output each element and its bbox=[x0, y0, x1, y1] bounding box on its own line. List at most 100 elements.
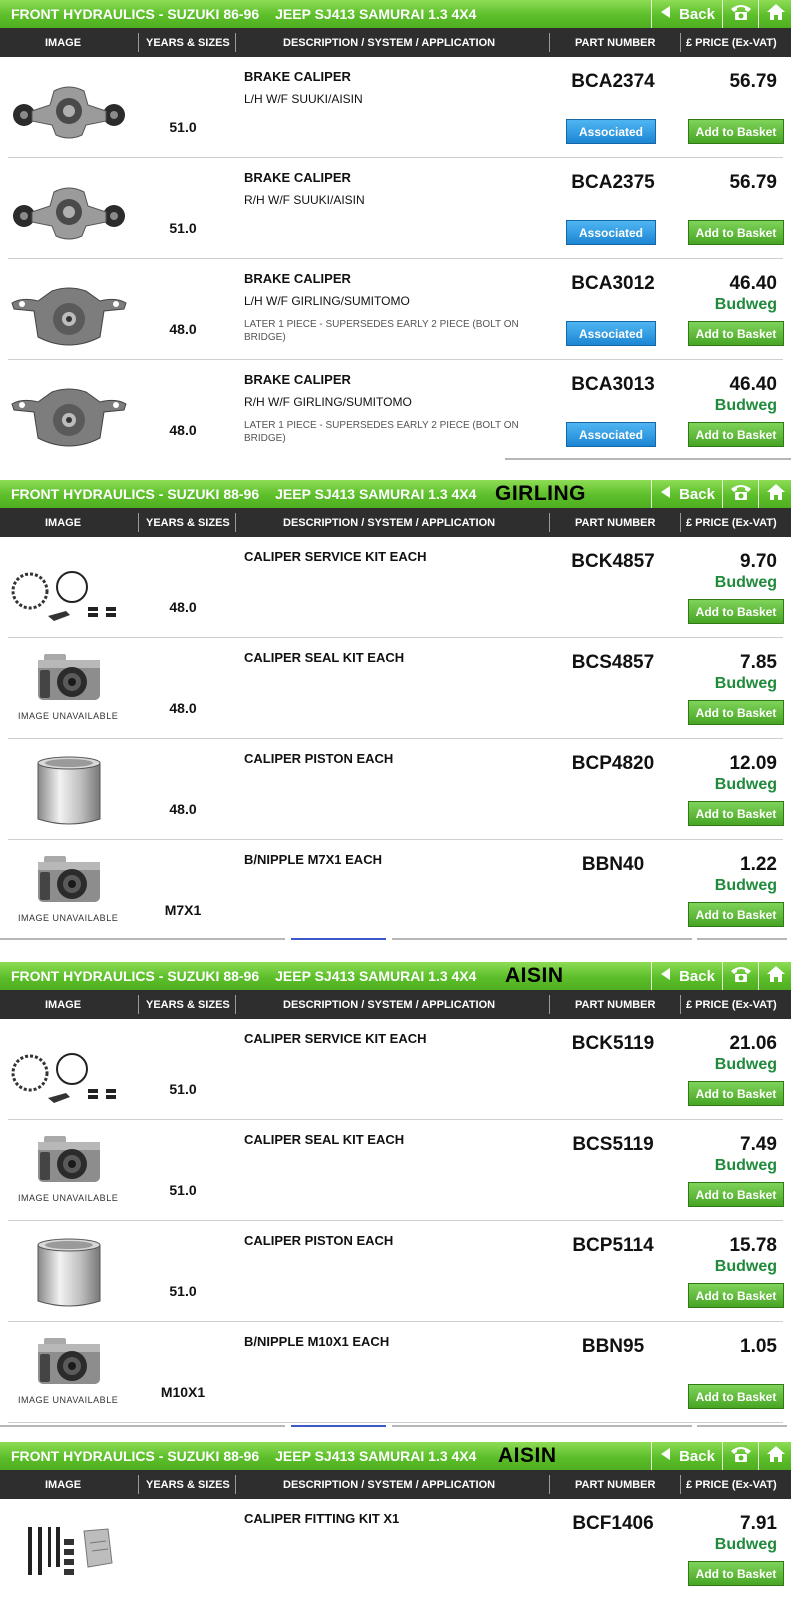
product-description: BRAKE CALIPER bbox=[244, 69, 351, 84]
price-brand: Budweg bbox=[714, 1056, 777, 1073]
product-row: IMAGE UNAVAILABLE 51.0 CALIPER SEAL KIT EA… bbox=[0, 1120, 791, 1221]
home-icon bbox=[766, 3, 786, 25]
add-to-basket-button[interactable]: Add to Basket bbox=[688, 801, 784, 826]
price-brand: Budweg bbox=[714, 1157, 777, 1174]
section-title: FRONT HYDRAULICS - SUZUKI 88-96 JEEP SJ41… bbox=[11, 1448, 476, 1464]
col-description: DESCRIPTION / SYSTEM / APPLICATION bbox=[283, 37, 496, 49]
scroll-indicator bbox=[0, 1425, 285, 1427]
column-divider bbox=[138, 1475, 139, 1494]
back-icon bbox=[659, 1447, 671, 1465]
add-to-basket-button[interactable]: Add to Basket bbox=[688, 1182, 784, 1207]
home-button[interactable] bbox=[758, 1442, 791, 1470]
product-row: 51.0 CALIPER PISTON EACH BCP5114 15.78 Budwe… bbox=[0, 1221, 791, 1322]
back-button[interactable]: Back bbox=[651, 962, 722, 990]
product-row: 48.0 BRAKE CALIPER R/H W/F GIRLING/SUMITOM… bbox=[0, 360, 791, 460]
back-label: Back bbox=[679, 967, 715, 985]
back-label: Back bbox=[679, 1447, 715, 1465]
product-panel: FRONT HYDRAULICS - SUZUKI 88-96 JEEP SJ41… bbox=[0, 962, 791, 1427]
caliper-right-icon bbox=[8, 172, 130, 252]
back-button[interactable]: Back bbox=[651, 0, 722, 28]
manufacturer-brand: AISIN bbox=[498, 1444, 557, 1467]
caliper-girling-left-icon bbox=[8, 273, 130, 353]
product-row: 48.0 BRAKE CALIPER L/H W/F GIRLING/SUMITOM… bbox=[0, 259, 791, 360]
product-application: R/H W/F GIRLING/SUMITOMO bbox=[244, 395, 412, 409]
add-to-basket-button[interactable]: Add to Basket bbox=[688, 1561, 784, 1586]
col-part-number: PART NUMBER bbox=[575, 1479, 656, 1491]
column-divider bbox=[680, 33, 681, 52]
scroll-indicator bbox=[0, 938, 285, 940]
add-to-basket-button[interactable]: Add to Basket bbox=[688, 422, 784, 447]
associated-button[interactable]: Associated bbox=[566, 422, 656, 447]
col-image: IMAGE bbox=[45, 517, 82, 529]
size-value: 48.0 bbox=[169, 801, 197, 817]
add-to-basket-button[interactable]: Add to Basket bbox=[688, 1283, 784, 1308]
price-value: 7.85 bbox=[740, 652, 777, 673]
product-description: CALIPER SERVICE KIT EACH bbox=[244, 549, 427, 564]
section-header: FRONT HYDRAULICS - SUZUKI 88-96 JEEP SJ41… bbox=[0, 962, 791, 990]
piston-icon bbox=[8, 1235, 130, 1315]
product-row: 51.0 BRAKE CALIPER L/H W/F SUUKI/AISIN BCA2… bbox=[0, 57, 791, 158]
price-brand: Budweg bbox=[714, 675, 777, 692]
scroll-indicator bbox=[291, 1425, 386, 1427]
size-value: M10X1 bbox=[160, 1384, 206, 1400]
product-description: CALIPER FITTING KIT X1 bbox=[244, 1511, 400, 1526]
associated-button[interactable]: Associated bbox=[566, 321, 656, 346]
vehicle-label: JEEP SJ413 SAMURAI 1.3 4X4 bbox=[275, 6, 477, 22]
product-note: LATER 1 PIECE - SUPERSEDES EARLY 2 PIECE… bbox=[244, 420, 519, 444]
phone-button[interactable] bbox=[722, 962, 758, 990]
column-divider bbox=[235, 513, 236, 532]
fitting-kit-icon bbox=[8, 1513, 130, 1593]
part-number: BBN40 bbox=[581, 854, 645, 875]
home-icon bbox=[766, 965, 786, 987]
product-panel: FRONT HYDRAULICS - SUZUKI 88-96 JEEP SJ41… bbox=[0, 480, 791, 940]
section-title: FRONT HYDRAULICS - SUZUKI 88-96 JEEP SJ41… bbox=[11, 486, 476, 502]
section-label: FRONT HYDRAULICS - SUZUKI 88-96 bbox=[11, 486, 260, 502]
column-divider bbox=[138, 995, 139, 1014]
associated-button[interactable]: Associated bbox=[566, 220, 656, 245]
product-description: CALIPER PISTON EACH bbox=[244, 1233, 394, 1248]
col-years: YEARS & SIZES bbox=[146, 37, 230, 49]
home-icon bbox=[766, 483, 786, 505]
product-row: 51.0 BRAKE CALIPER R/H W/F SUUKI/AISIN BCA2… bbox=[0, 158, 791, 259]
home-button[interactable] bbox=[758, 0, 791, 28]
col-part-number: PART NUMBER bbox=[575, 37, 656, 49]
product-row: IMAGE UNAVAILABLE M7X1 B/NIPPLE M7X1 EACH B… bbox=[0, 840, 791, 940]
add-to-basket-button[interactable]: Add to Basket bbox=[688, 1081, 784, 1106]
add-to-basket-button[interactable]: Add to Basket bbox=[688, 700, 784, 725]
vehicle-label: JEEP SJ413 SAMURAI 1.3 4X4 bbox=[275, 486, 477, 502]
product-row: IMAGE UNAVAILABLE M10X1 B/NIPPLE M10X1 EAC… bbox=[0, 1322, 791, 1423]
phone-button[interactable] bbox=[722, 480, 758, 508]
add-to-basket-button[interactable]: Add to Basket bbox=[688, 902, 784, 927]
add-to-basket-button[interactable]: Add to Basket bbox=[688, 119, 784, 144]
size-value: 48.0 bbox=[169, 599, 197, 615]
add-to-basket-button[interactable]: Add to Basket bbox=[688, 321, 784, 346]
col-price: £ PRICE (Ex-VAT) bbox=[686, 999, 777, 1011]
add-to-basket-button[interactable]: Add to Basket bbox=[688, 1384, 784, 1409]
price-value: 7.91 bbox=[740, 1513, 777, 1534]
price-value: 56.79 bbox=[729, 172, 777, 193]
product-application: R/H W/F SUUKI/AISIN bbox=[244, 193, 365, 207]
back-button[interactable]: Back bbox=[651, 1442, 722, 1470]
image-unavailable-label: IMAGE UNAVAILABLE bbox=[18, 913, 119, 923]
column-header: IMAGE YEARS & SIZES DESCRIPTION / SYSTEM /… bbox=[0, 508, 791, 537]
phone-button[interactable] bbox=[722, 1442, 758, 1470]
add-to-basket-button[interactable]: Add to Basket bbox=[688, 220, 784, 245]
column-divider bbox=[235, 33, 236, 52]
home-button[interactable] bbox=[758, 962, 791, 990]
size-value: M7X1 bbox=[164, 902, 202, 918]
product-application: L/H W/F SUUKI/AISIN bbox=[244, 92, 363, 106]
back-button[interactable]: Back bbox=[651, 480, 722, 508]
product-description: CALIPER PISTON EACH bbox=[244, 751, 394, 766]
product-panel: FRONT HYDRAULICS - SUZUKI 88-96 JEEP SJ41… bbox=[0, 1442, 791, 1615]
add-to-basket-button[interactable]: Add to Basket bbox=[688, 599, 784, 624]
col-image: IMAGE bbox=[45, 1479, 82, 1491]
home-button[interactable] bbox=[758, 480, 791, 508]
phone-button[interactable] bbox=[722, 0, 758, 28]
section-header: FRONT HYDRAULICS - SUZUKI 86-96 JEEP SJ41… bbox=[0, 0, 791, 28]
size-value: 48.0 bbox=[169, 700, 197, 716]
associated-button[interactable]: Associated bbox=[566, 119, 656, 144]
column-divider bbox=[680, 995, 681, 1014]
image-unavailable-label: IMAGE UNAVAILABLE bbox=[18, 1193, 119, 1203]
product-description: CALIPER SERVICE KIT EACH bbox=[244, 1031, 427, 1046]
price-value: 15.78 bbox=[729, 1235, 777, 1256]
